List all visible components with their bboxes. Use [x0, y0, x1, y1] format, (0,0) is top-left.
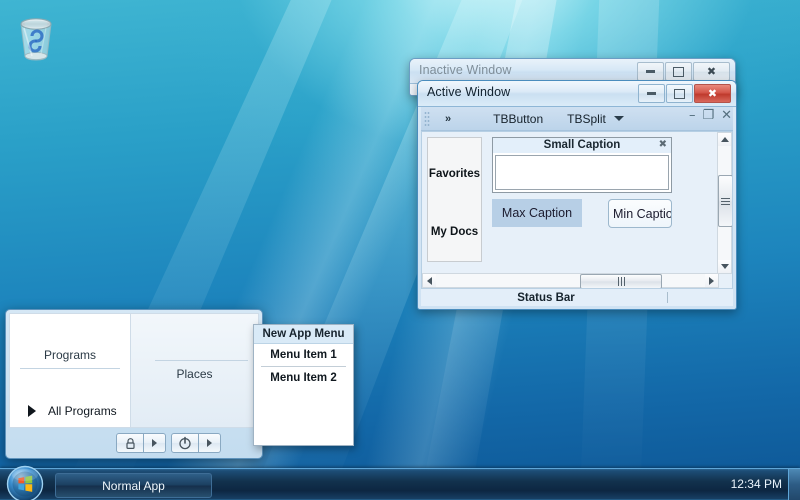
- status-bar-separator: [667, 292, 668, 303]
- start-menu-footer: [9, 428, 259, 459]
- scroll-down-button[interactable]: [718, 260, 731, 273]
- scroll-left-button[interactable]: [423, 274, 436, 287]
- arrow-right-icon: [709, 276, 714, 285]
- status-bar: Status Bar: [421, 288, 733, 306]
- recycle-bin-icon[interactable]: [8, 6, 64, 66]
- start-menu-places-label: Places: [176, 367, 213, 381]
- lock-button-group[interactable]: [116, 433, 166, 453]
- maximize-button[interactable]: [665, 62, 692, 81]
- start-menu-places-divider: [155, 360, 248, 361]
- taskbar-button-normal-app[interactable]: Normal App: [55, 473, 212, 498]
- arrow-right-icon: [207, 439, 212, 447]
- small-caption-title: Small Caption: [543, 139, 621, 151]
- small-caption-titlebar[interactable]: Small Caption ✖: [493, 138, 671, 153]
- active-window-title: Active Window: [427, 85, 511, 99]
- horizontal-scrollbar[interactable]: [422, 273, 719, 288]
- all-programs-label: All Programs: [48, 404, 117, 418]
- active-window[interactable]: Active Window ✖ » TBButton TBSplit – ❐ ✕: [417, 80, 737, 310]
- close-button[interactable]: ✖: [693, 62, 730, 81]
- mdi-restore-icon[interactable]: ❐: [702, 109, 714, 122]
- desktop[interactable]: Inactive Window ✖ Active Window ✖ » TBBu…: [0, 0, 800, 500]
- windows-logo-icon: [6, 465, 44, 500]
- lock-button[interactable]: [116, 433, 144, 453]
- small-caption-body[interactable]: [495, 155, 669, 190]
- arrow-right-icon: [152, 439, 157, 447]
- grip-icon: [721, 197, 730, 205]
- toolbar-overflow-button[interactable]: »: [439, 111, 457, 127]
- menu-item-1[interactable]: Menu Item 1: [254, 344, 353, 366]
- chevron-down-icon[interactable]: [613, 116, 624, 121]
- maximize-button[interactable]: [666, 84, 693, 103]
- toolbar-gripper[interactable]: [424, 110, 430, 127]
- start-menu-all-programs[interactable]: All Programs: [10, 404, 130, 418]
- toolbar-tbsplit[interactable]: TBSplit: [561, 110, 612, 128]
- taskbar-clock[interactable]: 12:34 PM: [731, 477, 782, 491]
- minimize-button[interactable]: [637, 62, 664, 81]
- vertical-scrollbar[interactable]: [717, 132, 732, 274]
- start-menu[interactable]: Programs All Programs Places: [5, 309, 263, 459]
- start-menu-programs-label: Programs: [43, 348, 96, 362]
- arrow-left-icon: [427, 276, 432, 285]
- vertical-scrollbar-thumb[interactable]: [718, 175, 732, 227]
- start-menu-panels: Programs All Programs Places: [9, 313, 259, 428]
- toolbar-tbbutton[interactable]: TBButton: [487, 110, 549, 128]
- horizontal-scrollbar-thumb[interactable]: [580, 274, 662, 288]
- app-menu-header[interactable]: New App Menu: [254, 325, 353, 344]
- max-caption-button[interactable]: Max Caption: [492, 199, 582, 227]
- start-menu-right-panel[interactable]: Places: [131, 313, 259, 428]
- sidebar-item-mydocs[interactable]: My Docs: [428, 226, 481, 238]
- menu-item-2[interactable]: Menu Item 2: [254, 367, 353, 389]
- start-button[interactable]: [6, 465, 44, 500]
- active-window-controls: ✖: [638, 84, 731, 103]
- minimize-icon: [647, 92, 656, 95]
- scroll-up-button[interactable]: [718, 133, 731, 146]
- power-button[interactable]: [171, 433, 199, 453]
- grip-icon: [617, 277, 625, 286]
- close-icon: ✖: [706, 65, 717, 78]
- mdi-close-icon[interactable]: ✕: [721, 109, 732, 122]
- close-icon: ✖: [707, 87, 718, 100]
- close-button[interactable]: ✖: [694, 84, 731, 103]
- power-options-button[interactable]: [199, 433, 221, 453]
- app-menu-popup[interactable]: New App Menu Menu Item 1 Menu Item 2: [253, 324, 354, 446]
- status-bar-text: Status Bar: [517, 291, 575, 304]
- inactive-window-controls: ✖: [637, 62, 730, 81]
- arrow-down-icon: [720, 264, 729, 269]
- start-menu-left-panel[interactable]: Programs All Programs: [9, 313, 131, 428]
- toolbar[interactable]: » TBButton TBSplit: [421, 107, 733, 131]
- arrow-up-icon: [720, 137, 729, 142]
- minimize-button[interactable]: [638, 84, 665, 103]
- mdi-client-area[interactable]: Favorites My Docs Small Caption ✖ Max Ca…: [421, 131, 733, 289]
- start-menu-divider: [20, 368, 120, 369]
- active-window-titlebar[interactable]: Active Window ✖: [418, 81, 736, 107]
- power-icon: [179, 436, 191, 450]
- mdi-minimize-icon[interactable]: –: [689, 109, 696, 122]
- sidebar-panel[interactable]: Favorites My Docs: [427, 137, 482, 262]
- arrow-right-icon: [28, 405, 36, 417]
- maximize-icon: [674, 88, 685, 99]
- min-caption-button[interactable]: Min Caption: [608, 199, 672, 228]
- mdi-child-controls: – ❐ ✕: [689, 109, 732, 122]
- show-desktop-button[interactable]: [788, 469, 800, 500]
- inactive-window-title: Inactive Window: [419, 63, 512, 77]
- small-caption-panel[interactable]: Small Caption ✖: [492, 137, 672, 193]
- lock-icon: [125, 437, 135, 449]
- sidebar-item-favorites[interactable]: Favorites: [428, 168, 481, 180]
- taskbar[interactable]: Normal App 12:34 PM: [0, 465, 800, 500]
- minimize-icon: [646, 70, 655, 73]
- scroll-right-button[interactable]: [705, 274, 718, 287]
- power-button-group[interactable]: [171, 433, 221, 453]
- maximize-icon: [673, 66, 684, 77]
- lock-options-button[interactable]: [144, 433, 166, 453]
- close-icon[interactable]: ✖: [659, 139, 667, 150]
